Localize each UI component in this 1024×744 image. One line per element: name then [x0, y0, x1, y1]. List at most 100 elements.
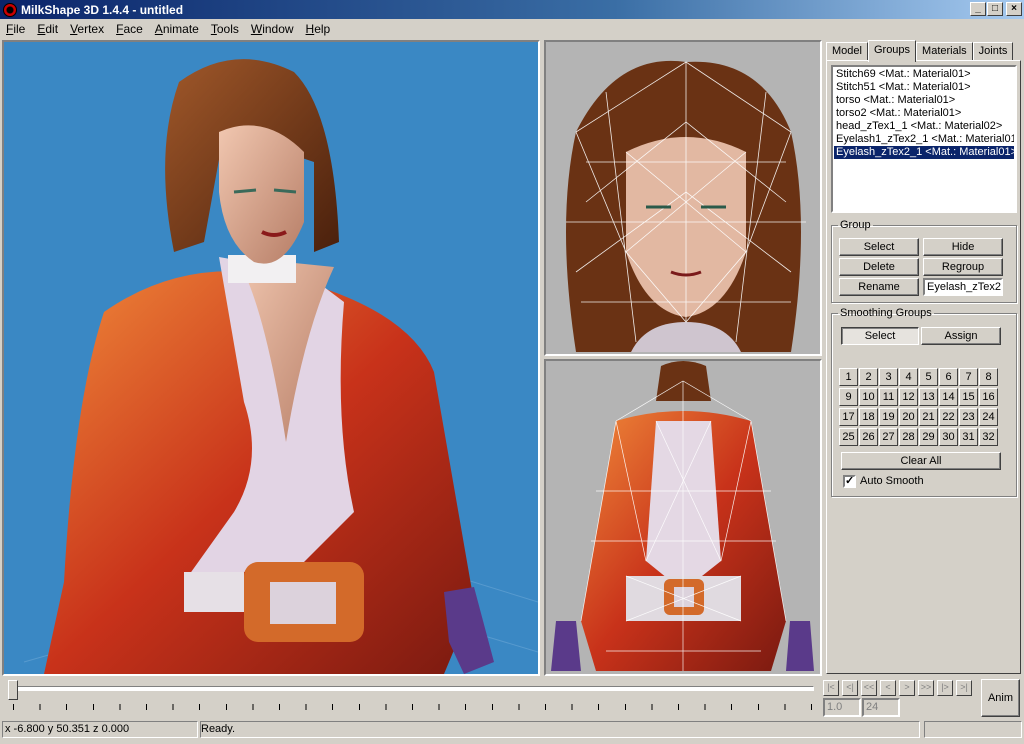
smoothing-group-button[interactable]: 16	[979, 388, 998, 406]
menu-help[interactable]: Help	[300, 22, 337, 36]
timeline-ticks	[13, 704, 813, 710]
list-item[interactable]: Stitch51 <Mat.: Material01>	[834, 81, 1014, 94]
model-render-3d	[23, 59, 538, 674]
total-frames-field[interactable]: 24	[862, 698, 900, 717]
menu-window[interactable]: Window	[245, 22, 300, 36]
smoothing-group-button[interactable]: 18	[859, 408, 878, 426]
window-title: MilkShape 3D 1.4.4 - untitled	[21, 2, 184, 17]
maximize-button[interactable]: □	[987, 2, 1003, 16]
smoothing-group-button[interactable]: 20	[899, 408, 918, 426]
list-item[interactable]: Stitch69 <Mat.: Material01>	[834, 68, 1014, 81]
menu-animate[interactable]: Animate	[149, 22, 205, 36]
smoothing-group-button[interactable]: 3	[879, 368, 898, 386]
smoothing-group-button[interactable]: 17	[839, 408, 858, 426]
smoothing-group-button[interactable]: 26	[859, 428, 878, 446]
smoothing-group-button[interactable]: 22	[939, 408, 958, 426]
side-panel: Model Groups Materials Joints Stitch69 <…	[826, 40, 1022, 676]
next-frame-button[interactable]: >	[899, 680, 915, 696]
model-wireframe-head	[566, 60, 806, 352]
close-button[interactable]: ×	[1006, 2, 1022, 16]
list-item-selected[interactable]: Eyelash_zTex2_1 <Mat.: Material01>	[834, 146, 1014, 159]
status-message: Ready.	[200, 721, 920, 738]
current-frame-field[interactable]: 1.0	[823, 698, 861, 717]
smoothing-group-button[interactable]: 13	[919, 388, 938, 406]
menu-tools[interactable]: Tools	[205, 22, 245, 36]
smoothing-group-button[interactable]: 15	[959, 388, 978, 406]
smoothing-group-button[interactable]: 8	[979, 368, 998, 386]
fast-forward-button[interactable]: >>	[918, 680, 934, 696]
auto-smooth-checkbox[interactable]: ✓	[843, 475, 856, 488]
viewport-front-head[interactable]	[544, 40, 822, 356]
smoothing-group-button[interactable]: 31	[959, 428, 978, 446]
list-item[interactable]: torso <Mat.: Material01>	[834, 94, 1014, 107]
smoothing-group-button[interactable]: 2	[859, 368, 878, 386]
smoothing-select-button[interactable]: Select	[841, 327, 919, 345]
smoothing-group-button[interactable]: 12	[899, 388, 918, 406]
timeline-slider-thumb[interactable]	[8, 680, 18, 700]
anim-button[interactable]: Anim	[981, 679, 1020, 717]
timeline	[2, 678, 820, 718]
smoothing-group-button[interactable]: 6	[939, 368, 958, 386]
smoothing-group-button[interactable]: 28	[899, 428, 918, 446]
timeline-track[interactable]	[8, 686, 814, 691]
smoothing-group-button[interactable]: 24	[979, 408, 998, 426]
list-item[interactable]: Eyelash1_zTex2_1 <Mat.: Material01>	[834, 133, 1014, 146]
smoothing-group-button[interactable]: 10	[859, 388, 878, 406]
smoothing-group-button[interactable]: 5	[919, 368, 938, 386]
smoothing-group-button[interactable]: 11	[879, 388, 898, 406]
group-regroup-button[interactable]: Regroup	[923, 258, 1003, 276]
smoothing-group-button[interactable]: 23	[959, 408, 978, 426]
tab-joints[interactable]: Joints	[972, 42, 1014, 61]
smoothing-groups-legend: Smoothing Groups	[840, 307, 932, 319]
clear-all-button[interactable]: Clear All	[841, 452, 1001, 470]
menu-file[interactable]: File	[0, 22, 31, 36]
tab-materials[interactable]: Materials	[916, 42, 973, 61]
tab-model[interactable]: Model	[826, 42, 868, 61]
tab-groups[interactable]: Groups	[867, 40, 917, 62]
next-key-button[interactable]: |>	[937, 680, 953, 696]
smoothing-group-button[interactable]: 1	[839, 368, 858, 386]
list-item[interactable]: head_zTex1_1 <Mat.: Material02>	[834, 120, 1014, 133]
coordinate-readout: x -6.800 y 50.351 z 0.000	[2, 721, 198, 738]
minimize-button[interactable]: _	[970, 2, 986, 16]
smoothing-number-grid: 1 2 3 4 5 6 7 8 9 10 11 12 13 14 15 16 1…	[839, 368, 1001, 447]
menu-edit[interactable]: Edit	[31, 22, 64, 36]
smoothing-group-button[interactable]: 7	[959, 368, 978, 386]
group-box-legend: Group	[840, 219, 871, 231]
app-icon[interactable]	[3, 2, 17, 17]
prev-key-button[interactable]: <|	[842, 680, 858, 696]
smoothing-group-button[interactable]: 4	[899, 368, 918, 386]
smoothing-group-button[interactable]: 27	[879, 428, 898, 446]
smoothing-group-button[interactable]: 32	[979, 428, 998, 446]
smoothing-group-button[interactable]: 21	[919, 408, 938, 426]
tab-strip: Model Groups Materials Joints	[826, 40, 1014, 62]
prev-frame-button[interactable]: <	[880, 680, 896, 696]
menu-bar: File Edit Vertex Face Animate Tools Wind…	[0, 19, 1024, 38]
first-frame-button[interactable]: |<	[823, 680, 839, 696]
rewind-button[interactable]: <<	[861, 680, 877, 696]
last-frame-button[interactable]: >|	[956, 680, 972, 696]
smoothing-assign-button[interactable]: Assign	[921, 327, 1001, 345]
group-select-button[interactable]: Select	[839, 238, 919, 256]
smoothing-group-button[interactable]: 19	[879, 408, 898, 426]
viewport-3d[interactable]	[2, 40, 540, 676]
list-item[interactable]: torso2 <Mat.: Material01>	[834, 107, 1014, 120]
smoothing-group-button[interactable]: 29	[919, 428, 938, 446]
group-hide-button[interactable]: Hide	[923, 238, 1003, 256]
menu-vertex[interactable]: Vertex	[64, 22, 110, 36]
status-pane	[924, 721, 1022, 738]
smoothing-group-button[interactable]: 14	[939, 388, 958, 406]
group-delete-button[interactable]: Delete	[839, 258, 919, 276]
auto-smooth-label: Auto Smooth	[860, 475, 924, 487]
model-wireframe-body	[551, 361, 814, 671]
title-bar: MilkShape 3D 1.4.4 - untitled _ □ ×	[0, 0, 1024, 19]
groups-listbox[interactable]: Stitch69 <Mat.: Material01> Stitch51 <Ma…	[831, 65, 1017, 213]
smoothing-group-button[interactable]: 25	[839, 428, 858, 446]
viewport-front-body[interactable]	[544, 359, 822, 676]
status-bar: x -6.800 y 50.351 z 0.000 Ready.	[0, 719, 1024, 744]
group-rename-button[interactable]: Rename	[839, 278, 919, 296]
menu-face[interactable]: Face	[110, 22, 149, 36]
smoothing-group-button[interactable]: 30	[939, 428, 958, 446]
rename-input[interactable]: Eyelash_zTex2	[923, 278, 1003, 296]
smoothing-group-button[interactable]: 9	[839, 388, 858, 406]
